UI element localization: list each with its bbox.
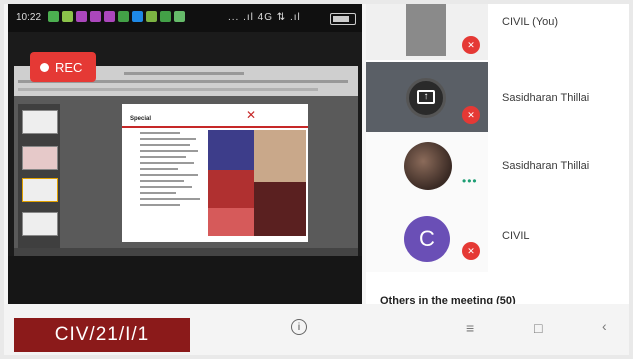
presenting-avatar: ↑ — [406, 78, 446, 118]
recording-indicator: REC — [30, 52, 96, 82]
participant-name: Sasidharan Thillai — [502, 160, 590, 172]
logo-icon: ✕ — [246, 108, 257, 122]
participant-row[interactable]: C ✕ CIVIL — [366, 202, 629, 272]
participant-row[interactable]: ••• Sasidharan Thillai — [366, 132, 629, 202]
profile-photo — [404, 142, 452, 190]
rec-label: REC — [55, 59, 83, 75]
app-icon — [90, 11, 101, 22]
others-in-meeting-heading[interactable]: Others in the meeting (50) — [380, 295, 516, 304]
app-icon — [146, 11, 157, 22]
phone-status-bar: 10:22 ... .ıl 4G ⇅ .ıl — [8, 4, 362, 32]
presentation-video[interactable]: 10:22 ... .ıl 4G ⇅ .ıl Special ✕ REC — [8, 4, 362, 304]
slide-thumbnail — [22, 146, 58, 170]
square-icon[interactable]: □ — [534, 320, 542, 336]
slide-photo-collage — [208, 130, 306, 236]
back-chevron-icon[interactable]: ‹ — [602, 318, 607, 334]
bottom-navigation-bar: CIV/21/I/1 i ≡ □ ‹ — [4, 304, 629, 355]
notification-icons — [48, 11, 185, 22]
present-screen-icon: ↑ — [417, 90, 435, 104]
menu-icon[interactable]: ≡ — [466, 320, 474, 336]
slide-thumbnail — [22, 110, 58, 134]
ppt-status-bar — [14, 248, 358, 256]
app-icon — [132, 11, 143, 22]
mic-off-icon: ✕ — [462, 36, 480, 54]
app-icon — [174, 11, 185, 22]
app-icon — [160, 11, 171, 22]
avatar: C — [404, 216, 450, 262]
meeting-screen: 10:22 ... .ıl 4G ⇅ .ıl Special ✕ REC ✕ C… — [4, 4, 629, 355]
slide-code-label: CIV/21/I/1 — [14, 318, 190, 352]
slide-thumbnail — [22, 178, 58, 202]
slide-thumbnails — [18, 104, 60, 254]
camera-thumbnail — [406, 4, 446, 56]
mic-off-icon: ✕ — [462, 242, 480, 260]
app-icon — [48, 11, 59, 22]
battery-icon — [330, 13, 356, 25]
app-icon — [76, 11, 87, 22]
participant-row[interactable]: ✕ CIVIL (You) — [366, 4, 629, 60]
slide-bullets — [140, 132, 202, 210]
video-bottom-area — [8, 256, 362, 304]
participant-name: CIVIL (You) — [502, 16, 559, 28]
participant-video: ••• — [366, 132, 488, 202]
record-dot-icon — [40, 62, 49, 72]
app-icon — [62, 11, 73, 22]
info-icon[interactable]: i — [291, 319, 307, 335]
participants-panel: ✕ CIVIL (You) ↑ ✕ Sasidharan Thillai •••… — [366, 4, 629, 304]
status-time: 10:22 — [16, 12, 42, 23]
participant-video: C — [366, 202, 488, 272]
slide-title: Special — [130, 116, 152, 122]
mic-off-icon: ✕ — [462, 106, 480, 124]
speaking-indicator-icon: ••• — [462, 174, 478, 188]
current-slide: Special ✕ — [122, 104, 308, 242]
participant-name: CIVIL — [502, 230, 530, 242]
participant-row[interactable]: ↑ ✕ Sasidharan Thillai — [366, 62, 629, 132]
app-icon — [104, 11, 115, 22]
signal-indicators: ... .ıl 4G ⇅ .ıl — [228, 12, 301, 23]
participant-name: Sasidharan Thillai — [502, 92, 590, 104]
slide-thumbnail — [22, 212, 58, 236]
app-icon — [118, 11, 129, 22]
shared-powerpoint: Special ✕ — [14, 66, 358, 256]
